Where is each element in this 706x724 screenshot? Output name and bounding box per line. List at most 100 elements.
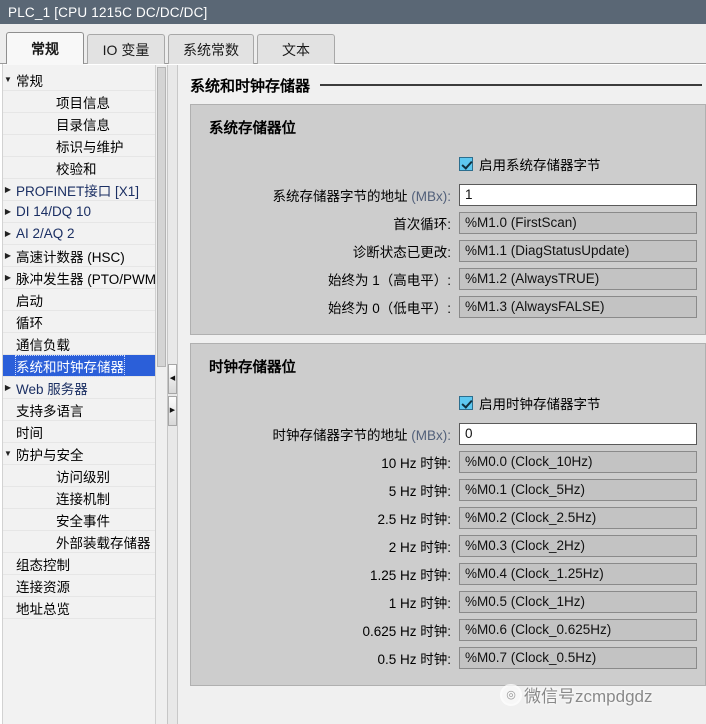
panel-splitter[interactable]: ◀ ▶ [167, 65, 177, 724]
page-title: 系统和时钟存储器 [190, 78, 311, 95]
sidebar-item-15[interactable]: 支持多语言 [0, 399, 177, 421]
sidebar-item-label: Web 服务器 [16, 381, 88, 397]
sidebar-item-23[interactable]: 连接资源 [0, 575, 177, 597]
system-memory-bit-label: 始终为 0（低电平）: [327, 301, 451, 316]
system-memory-bit-value: %M1.2 (AlwaysTRUE) [459, 268, 697, 290]
sidebar-item-label: 外部装载存储器 [56, 535, 151, 551]
clock-memory-address-row: 时钟存储器字节的地址 (MBx): 0 [201, 421, 697, 447]
sidebar-item-3[interactable]: 标识与维护 [0, 135, 177, 157]
enable-clock-memory-byte-label: 启用时钟存储器字节 [479, 397, 601, 412]
clock-memory-address-input[interactable]: 0 [459, 423, 697, 445]
page-title-row: 系统和时钟存储器 [190, 75, 706, 96]
sidebar-item-12[interactable]: 通信负载 [0, 333, 177, 355]
clock-memory-bit-control: %M0.5 (Clock_1Hz) [459, 591, 697, 613]
clock-memory-bit-value: %M0.1 (Clock_5Hz) [459, 479, 697, 501]
clock-memory-bit-row: 1.25 Hz 时钟: %M0.4 (Clock_1.25Hz) [201, 561, 697, 587]
system-memory-bit-label: 诊断状态已更改: [352, 245, 451, 260]
sidebar-item-20[interactable]: 安全事件 [0, 509, 177, 531]
sidebar-item-22[interactable]: 组态控制 [0, 553, 177, 575]
tab-3[interactable]: 文本 [257, 34, 335, 64]
sidebar-item-label: 连接机制 [56, 491, 110, 507]
clock-memory-bit-value: %M0.6 (Clock_0.625Hz) [459, 619, 697, 641]
sidebar-item-17[interactable]: ▼ 防护与安全 [0, 443, 177, 465]
clock-memory-bit-control: %M0.7 (Clock_0.5Hz) [459, 647, 697, 669]
sidebar-item-18[interactable]: 访问级别 [0, 465, 177, 487]
clock-memory-address-control: 0 [459, 423, 697, 445]
system-memory-bit-control: %M1.3 (AlwaysFALSE) [459, 296, 697, 318]
system-memory-bit-row: 始终为 1（高电平）: %M1.2 (AlwaysTRUE) [201, 266, 697, 292]
enable-system-memory-byte-label: 启用系统存储器字节 [479, 158, 601, 173]
sidebar-item-label: 项目信息 [56, 95, 110, 111]
collapse-right-icon[interactable]: ▶ [168, 395, 177, 426]
window-title: PLC_1 [CPU 1215C DC/DC/DC] [8, 4, 208, 20]
system-memory-address-control: 1 [459, 184, 697, 206]
clock-memory-bit-row: 2 Hz 时钟: %M0.3 (Clock_2Hz) [201, 533, 697, 559]
clock-memory-bit-value: %M0.7 (Clock_0.5Hz) [459, 647, 697, 669]
sidebar-item-label: PROFINET接口 [X1] [16, 183, 140, 199]
clock-memory-bit-label: 0.625 Hz 时钟: [362, 624, 451, 639]
collapse-left-icon[interactable]: ◀ [168, 363, 177, 394]
system-memory-bit-value: %M1.1 (DiagStatusUpdate) [459, 240, 697, 262]
sidebar-item-1[interactable]: 项目信息 [0, 91, 177, 113]
sidebar-item-4[interactable]: 校验和 [0, 157, 177, 179]
system-memory-address-label: 系统存储器字节的地址 (MBx): [201, 185, 459, 205]
sidebar-item-6[interactable]: ▶ DI 14/DQ 10 [0, 201, 177, 223]
tab-0[interactable]: 常规 [6, 32, 84, 64]
sidebar-item-label: 高速计数器 (HSC) [16, 249, 125, 265]
sidebar-item-label: 地址总览 [16, 601, 70, 617]
sidebar-item-label: AI 2/AQ 2 [16, 226, 75, 241]
enable-system-memory-byte-checkbox[interactable] [459, 157, 473, 171]
system-memory-address-unit: (MBx): [411, 189, 451, 204]
sidebar-item-10[interactable]: 启动 [0, 289, 177, 311]
clock-memory-bit-label: 10 Hz 时钟: [381, 456, 451, 471]
sidebar-item-21[interactable]: 外部装载存储器 [0, 531, 177, 553]
sidebar-item-16[interactable]: 时间 [0, 421, 177, 443]
sidebar-item-label: 启动 [16, 293, 43, 309]
system-memory-address-input[interactable]: 1 [459, 184, 697, 206]
sidebar-item-label: 系统和时钟存储器 [15, 354, 125, 377]
clock-memory-bit-row: 1 Hz 时钟: %M0.5 (Clock_1Hz) [201, 589, 697, 615]
sidebar-item-11[interactable]: 循环 [0, 311, 177, 333]
sidebar-item-19[interactable]: 连接机制 [0, 487, 177, 509]
sidebar-item-24[interactable]: 地址总览 [0, 597, 177, 619]
sidebar-item-13[interactable]: 系统和时钟存储器 [0, 354, 177, 377]
clock-memory-bit-label: 2 Hz 时钟: [388, 540, 451, 555]
clock-memory-bit-value: %M0.4 (Clock_1.25Hz) [459, 563, 697, 585]
tab-1[interactable]: IO 变量 [87, 34, 165, 64]
title-divider [320, 83, 702, 86]
clock-memory-bit-label: 1.25 Hz 时钟: [369, 568, 451, 583]
sidebar-item-label: 目录信息 [56, 117, 110, 133]
sidebar-scrollbar[interactable] [155, 65, 167, 724]
sidebar-item-2[interactable]: 目录信息 [0, 113, 177, 135]
system-memory-address-row: 系统存储器字节的地址 (MBx): 1 [201, 182, 697, 208]
navigation-tree[interactable]: ▼ 常规 项目信息 目录信息 标识与维护 校验和 ▶ PROFINET接口 [X1] ▶ DI 1… [0, 65, 177, 619]
clock-memory-bit-row: 0.625 Hz 时钟: %M0.6 (Clock_0.625Hz) [201, 617, 697, 643]
enable-clock-memory-byte-checkbox[interactable] [459, 396, 473, 410]
enable-system-memory-byte-row[interactable]: 启用系统存储器字节 [201, 152, 697, 176]
sidebar-item-5[interactable]: ▶ PROFINET接口 [X1] [0, 179, 177, 201]
system-memory-bit-row: 始终为 0（低电平）: %M1.3 (AlwaysFALSE) [201, 294, 697, 320]
clock-memory-bit-control: %M0.3 (Clock_2Hz) [459, 535, 697, 557]
plc-properties-window: PLC_1 [CPU 1215C DC/DC/DC] 常规 IO 变量 系统常数 文本… [0, 0, 706, 724]
sidebar-item-label: 标识与维护 [56, 139, 124, 155]
clock-memory-bit-control: %M0.4 (Clock_1.25Hz) [459, 563, 697, 585]
sidebar-item-label: 通信负载 [16, 337, 70, 353]
sidebar-scrollbar-thumb[interactable] [157, 67, 166, 367]
sidebar-item-8[interactable]: ▶ 高速计数器 (HSC) [0, 245, 177, 267]
system-memory-bit-control: %M1.0 (FirstScan) [459, 212, 697, 234]
tab-2[interactable]: 系统常数 [168, 34, 254, 64]
sidebar-item-7[interactable]: ▶ AI 2/AQ 2 [0, 223, 177, 245]
sidebar-item-0[interactable]: ▼ 常规 [0, 69, 177, 91]
clock-memory-address-unit: (MBx): [411, 428, 451, 443]
enable-clock-memory-byte-row[interactable]: 启用时钟存储器字节 [201, 391, 697, 415]
sidebar-item-label: 循环 [16, 315, 43, 331]
sidebar-item-14[interactable]: ▶ Web 服务器 [0, 377, 177, 399]
clock-memory-bit-label: 0.5 Hz 时钟: [377, 652, 451, 667]
sidebar-item-9[interactable]: ▶ 脉冲发生器 (PTO/PWM) [0, 267, 177, 289]
system-memory-bit-row: 首次循环: %M1.0 (FirstScan) [201, 210, 697, 236]
clock-memory-bit-row: 2.5 Hz 时钟: %M0.2 (Clock_2.5Hz) [201, 505, 697, 531]
system-memory-bit-value: %M1.0 (FirstScan) [459, 212, 697, 234]
window-body: ▼ 常规 项目信息 目录信息 标识与维护 校验和 ▶ PROFINET接口 [X1] ▶ DI 1… [0, 64, 706, 724]
system-memory-bit-control: %M1.2 (AlwaysTRUE) [459, 268, 697, 290]
sidebar-item-label: 时间 [16, 425, 43, 441]
